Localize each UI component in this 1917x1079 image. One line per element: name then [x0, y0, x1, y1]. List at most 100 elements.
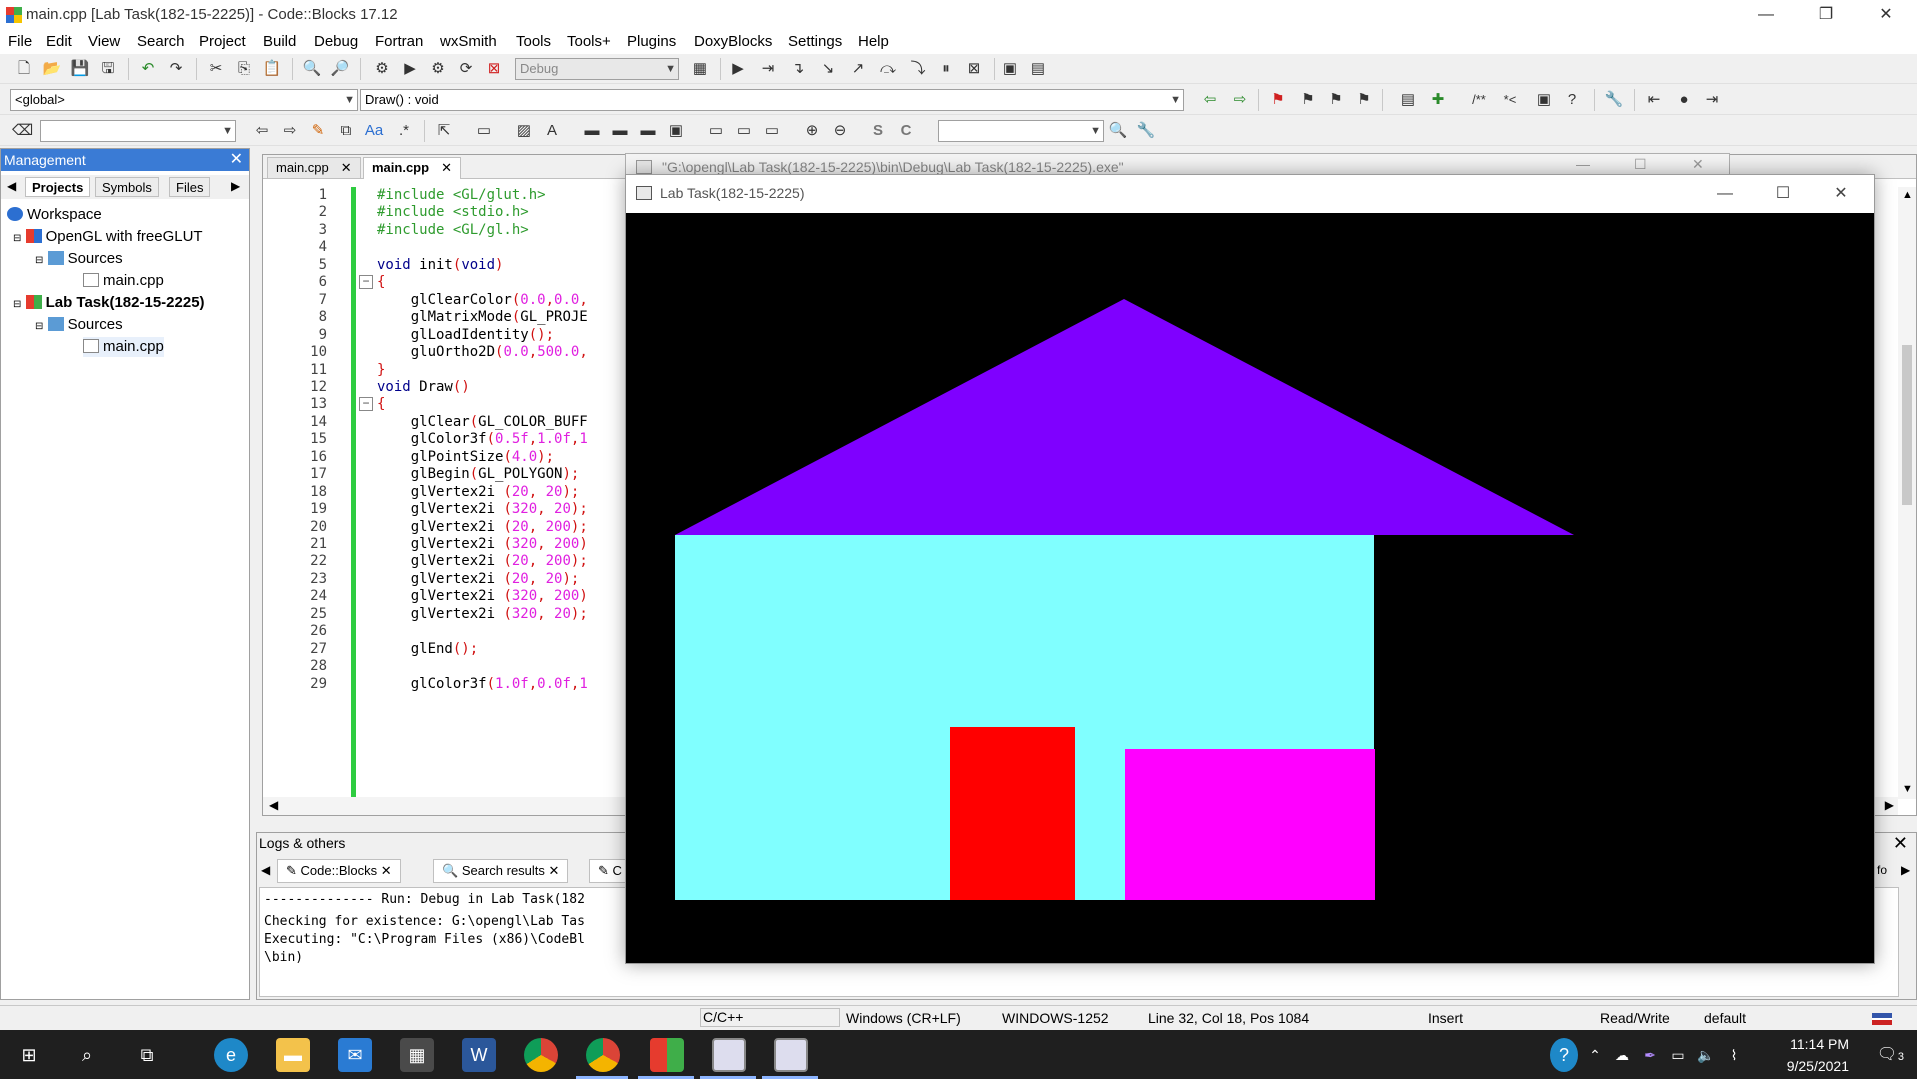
edge-icon[interactable]: e: [214, 1038, 248, 1072]
tab-codeblocks-log[interactable]: ✎ Code::Blocks ✕: [277, 859, 401, 883]
word-icon[interactable]: W: [462, 1038, 496, 1072]
menu-tools-plus[interactable]: Tools+: [567, 33, 611, 50]
build-target-select[interactable]: Debug ▼: [515, 58, 679, 80]
search-icon[interactable]: ⌕: [70, 1038, 104, 1072]
menu-doxyblocks[interactable]: DoxyBlocks: [694, 33, 772, 50]
close-icon[interactable]: ✕: [549, 863, 560, 878]
tree-project-opengl[interactable]: ⊟ OpenGL with freeGLUT: [13, 227, 203, 249]
menu-help[interactable]: Help: [858, 33, 889, 50]
copy-icon[interactable]: ⎘: [234, 59, 254, 79]
tree-folder-sources[interactable]: ⊟ Sources: [35, 249, 123, 271]
debug-windows-icon[interactable]: ▣: [1000, 59, 1020, 79]
notifications-icon[interactable]: 🗨 3: [1870, 1038, 1904, 1072]
maximize-button[interactable]: ☐: [1754, 175, 1812, 213]
tab-projects[interactable]: Projects: [25, 177, 91, 197]
scroll-left-icon[interactable]: ◀: [269, 798, 278, 812]
abort-icon[interactable]: ⊠: [484, 59, 504, 79]
step-into-icon[interactable]: ↘: [818, 59, 838, 79]
step-out-icon[interactable]: ↗: [848, 59, 868, 79]
toggle-bookmark-icon[interactable]: ⚑: [1268, 90, 1288, 110]
search-forward-icon[interactable]: ⇨: [280, 121, 300, 141]
bar3-icon[interactable]: ▬: [638, 121, 658, 141]
save-all-icon[interactable]: 🖫: [98, 59, 118, 79]
task-view-icon[interactable]: ⧉: [130, 1038, 164, 1072]
undo-icon[interactable]: ↶: [138, 59, 158, 79]
restore-button[interactable]: ❐: [1797, 0, 1855, 30]
tab-main-cpp-1[interactable]: main.cpp ✕: [267, 157, 361, 179]
extract-docs-icon[interactable]: ✚: [1428, 90, 1448, 110]
prev-bookmark-icon[interactable]: ⚑: [1298, 90, 1318, 110]
close-button[interactable]: ✕: [1857, 0, 1915, 30]
zoom-in-icon[interactable]: ⊕: [802, 121, 822, 141]
menu-file[interactable]: File: [8, 33, 32, 50]
tree-folder-sources[interactable]: ⊟ Sources: [35, 315, 123, 337]
close-icon[interactable]: ✕: [1893, 833, 1908, 854]
menu-tools[interactable]: Tools: [516, 33, 551, 50]
step-instruction-icon[interactable]: ⤵: [908, 59, 928, 79]
find-icon[interactable]: 🔍: [302, 59, 322, 79]
menu-debug[interactable]: Debug: [314, 33, 358, 50]
scroll-right-icon[interactable]: ▶: [1885, 798, 1894, 812]
occurrence-dot-icon[interactable]: ●: [1674, 90, 1694, 110]
script-c-icon[interactable]: C: [896, 121, 916, 141]
doxywizard-icon[interactable]: ▤: [1398, 90, 1418, 110]
tab-scroll-right-icon[interactable]: ▶: [1901, 863, 1910, 877]
close-icon[interactable]: ✕: [381, 863, 392, 878]
cloud-icon[interactable]: ☁: [1610, 1038, 1634, 1072]
chrome-icon[interactable]: [524, 1038, 558, 1072]
next-instruction-icon[interactable]: ⤼: [878, 59, 898, 79]
selected-text-icon[interactable]: ⧉: [336, 121, 356, 141]
fold-toggle-icon[interactable]: −: [359, 275, 373, 290]
frame2-icon[interactable]: ▭: [734, 121, 754, 141]
debug-start-icon[interactable]: ▶: [728, 59, 748, 79]
pointer-icon[interactable]: ⇱: [434, 121, 454, 141]
build-icon[interactable]: ⚙: [372, 59, 392, 79]
replace-icon[interactable]: 🔎: [330, 59, 350, 79]
file-explorer-icon[interactable]: ▬: [276, 1038, 310, 1072]
menu-edit[interactable]: Edit: [46, 33, 72, 50]
frame3-icon[interactable]: ▭: [762, 121, 782, 141]
open-icon[interactable]: 📂: [42, 59, 62, 79]
rect-icon[interactable]: ▭: [474, 121, 494, 141]
redo-icon[interactable]: ↷: [166, 59, 186, 79]
prev-occurrence-icon[interactable]: ⇤: [1644, 90, 1664, 110]
square-icon[interactable]: ▣: [666, 121, 686, 141]
minimize-button[interactable]: —: [1576, 156, 1590, 172]
build-and-run-icon[interactable]: ⚙: [428, 59, 448, 79]
tab-search-results[interactable]: 🔍 Search results ✕: [433, 859, 569, 883]
menu-fortran[interactable]: Fortran: [375, 33, 423, 50]
run-icon[interactable]: ▶: [400, 59, 420, 79]
script-s-icon[interactable]: S: [868, 121, 888, 141]
fold-toggle-icon[interactable]: −: [359, 397, 373, 412]
search-back-icon[interactable]: ⇦: [252, 121, 272, 141]
wifi-icon[interactable]: ⌇: [1722, 1038, 1746, 1072]
chevron-up-icon[interactable]: ⌃: [1584, 1038, 1606, 1072]
highlight-icon[interactable]: ✎: [308, 121, 328, 141]
run-to-cursor-icon[interactable]: ⇥: [758, 59, 778, 79]
menu-wxsmith[interactable]: wxSmith: [440, 33, 497, 50]
close-icon[interactable]: ✕: [341, 160, 352, 175]
tab-scroll-right-icon[interactable]: ▶: [231, 179, 240, 193]
menu-build[interactable]: Build: [263, 33, 296, 50]
secondary-search-combo[interactable]: ▼: [938, 120, 1104, 142]
scroll-down-icon[interactable]: ▼: [1902, 783, 1913, 795]
tree-file-main-selected[interactable]: main.cpp: [83, 337, 164, 357]
tree-project-labtask[interactable]: ⊟ Lab Task(182-15-2225): [13, 293, 205, 315]
clear-bookmarks-icon[interactable]: ⚑: [1354, 90, 1374, 110]
next-occurrence-icon[interactable]: ⇥: [1702, 90, 1722, 110]
battery-icon[interactable]: ▭: [1666, 1038, 1690, 1072]
paste-icon[interactable]: 📋: [262, 59, 282, 79]
start-icon[interactable]: ⊞: [12, 1038, 46, 1072]
vertical-scrollbar[interactable]: ▲ ▼: [1898, 187, 1916, 799]
scroll-thumb[interactable]: [1902, 345, 1912, 505]
next-line-icon[interactable]: ↴: [788, 59, 808, 79]
pen-icon[interactable]: ✒: [1638, 1038, 1662, 1072]
close-icon[interactable]: ✕: [441, 160, 452, 175]
frame-icon[interactable]: ▭: [706, 121, 726, 141]
scope-select[interactable]: <global> ▼: [10, 89, 358, 111]
various-info-icon[interactable]: ▤: [1028, 59, 1048, 79]
clear-search-icon[interactable]: ⌫: [12, 121, 33, 141]
bar-icon[interactable]: ▬: [582, 121, 602, 141]
new-file-icon[interactable]: 🗋: [14, 59, 34, 79]
mail-icon[interactable]: ✉: [338, 1038, 372, 1072]
